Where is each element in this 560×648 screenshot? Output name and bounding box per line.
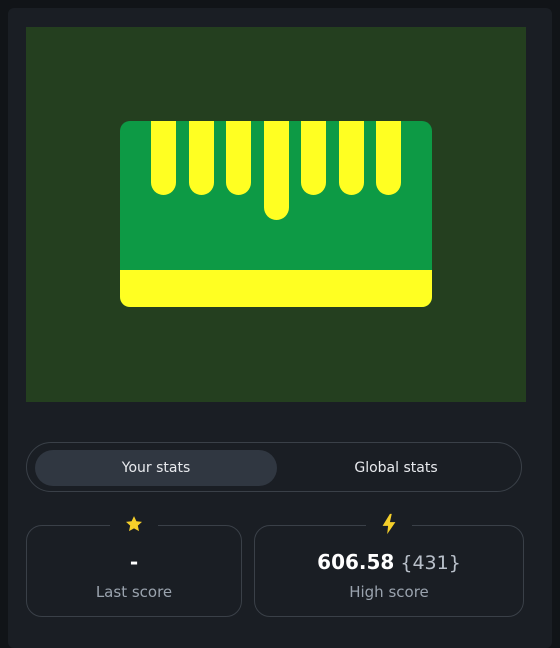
yellow-drip — [264, 121, 289, 220]
yellow-drip — [376, 121, 401, 195]
yellow-band — [120, 270, 432, 307]
high-score-value: 606.58 {431} — [255, 550, 523, 574]
high-score-count: {431} — [400, 552, 461, 574]
last-score-card: - Last score — [26, 510, 242, 617]
yellow-drip — [226, 121, 251, 195]
stats-tabs: Your stats Global stats — [26, 442, 522, 492]
high-score-label: High score — [349, 583, 429, 601]
last-score-label: Last score — [95, 583, 173, 601]
star-icon — [110, 510, 158, 538]
yellow-drip — [189, 121, 214, 195]
high-score-card: 606.58 {431} High score — [254, 510, 524, 617]
tab-global-stats[interactable]: Global stats — [275, 450, 517, 486]
yellow-drip — [151, 121, 176, 195]
game-canvas[interactable] — [26, 27, 526, 402]
tab-your-stats[interactable]: Your stats — [35, 450, 277, 486]
last-score-value: - — [129, 550, 139, 574]
lightning-icon — [366, 510, 412, 538]
game-card-graphic — [120, 121, 432, 307]
high-score-number: 606.58 — [317, 550, 395, 574]
yellow-drip — [301, 121, 326, 195]
yellow-drip — [339, 121, 364, 195]
